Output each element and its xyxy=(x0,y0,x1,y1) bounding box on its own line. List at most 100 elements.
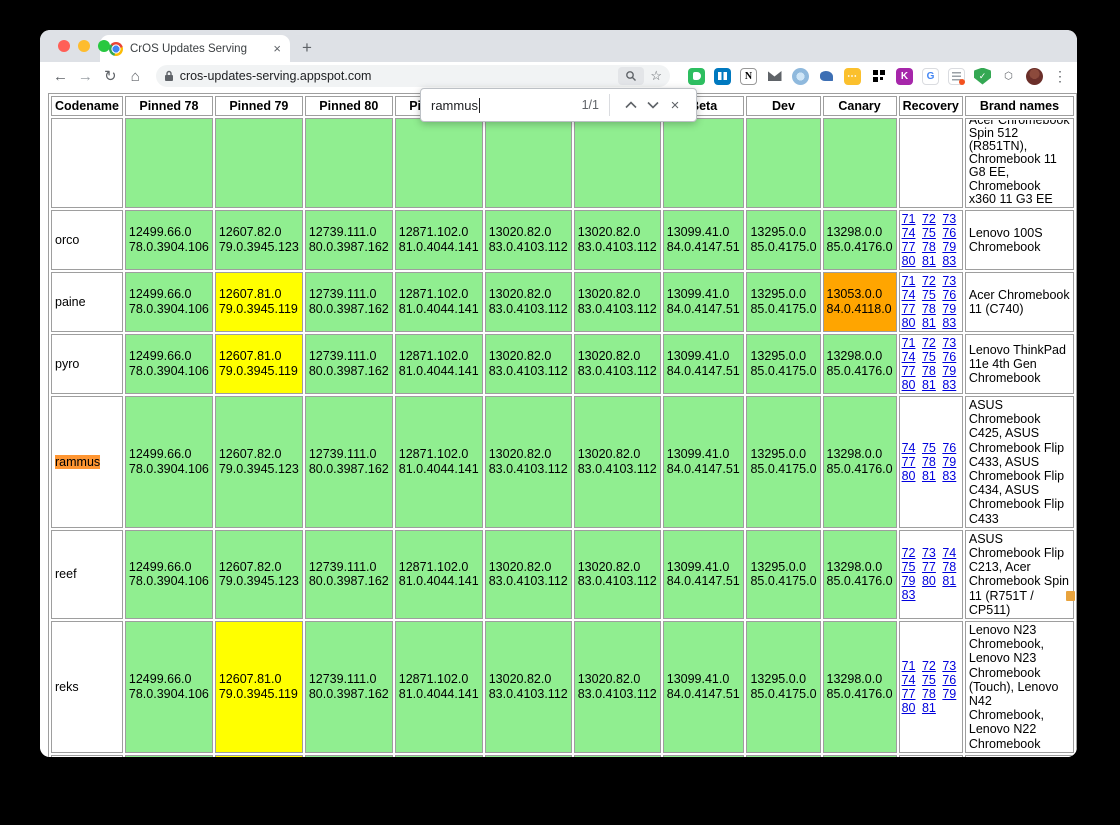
recovery-link[interactable]: 75 xyxy=(922,441,936,455)
recovery-link[interactable]: 75 xyxy=(922,350,936,364)
recovery-link[interactable]: 77 xyxy=(902,455,916,469)
recovery-link[interactable]: 79 xyxy=(902,574,916,588)
notes-extension-icon[interactable] xyxy=(948,68,965,85)
recovery-link[interactable]: 74 xyxy=(902,350,916,364)
close-window-button[interactable] xyxy=(58,40,70,52)
recovery-link[interactable]: 72 xyxy=(922,336,936,350)
find-query-input[interactable]: rammus xyxy=(431,98,480,113)
recovery-link[interactable]: 76 xyxy=(942,288,956,302)
notion-extension-icon[interactable]: N xyxy=(740,68,757,85)
reload-icon[interactable]: ↻ xyxy=(100,67,121,85)
recovery-link[interactable]: 74 xyxy=(902,226,916,240)
recovery-link[interactable]: 80 xyxy=(902,701,916,715)
forward-icon[interactable]: → xyxy=(75,68,96,85)
yellow-menu-extension-icon[interactable]: ⋯ xyxy=(844,68,861,85)
puzzle-extension-icon[interactable]: ⬡ xyxy=(1000,68,1017,85)
recovery-link[interactable]: 78 xyxy=(922,240,936,254)
tab-close-icon[interactable]: × xyxy=(273,42,281,55)
address-bar[interactable]: cros-updates-serving.appspot.com ☆ xyxy=(156,65,670,87)
minimize-window-button[interactable] xyxy=(78,40,90,52)
recovery-link[interactable]: 73 xyxy=(922,546,936,560)
zoom-window-button[interactable] xyxy=(98,40,110,52)
recovery-link[interactable]: 77 xyxy=(902,302,916,316)
recovery-link[interactable]: 78 xyxy=(922,302,936,316)
recovery-link[interactable]: 76 xyxy=(942,350,956,364)
recovery-link[interactable]: 80 xyxy=(902,254,916,268)
recovery-link[interactable]: 73 xyxy=(942,274,956,288)
recovery-link[interactable]: 83 xyxy=(942,378,956,392)
recovery-link[interactable]: 79 xyxy=(942,302,956,316)
recovery-link[interactable]: 81 xyxy=(922,469,936,483)
recovery-link[interactable]: 74 xyxy=(902,673,916,687)
home-icon[interactable]: ⌂ xyxy=(125,68,146,85)
recovery-link[interactable]: 79 xyxy=(942,687,956,701)
recovery-link[interactable]: 71 xyxy=(902,659,916,673)
recovery-link[interactable]: 71 xyxy=(902,336,916,350)
gmail-extension-icon[interactable] xyxy=(766,68,783,85)
recovery-link[interactable]: 75 xyxy=(922,288,936,302)
recovery-link[interactable]: 81 xyxy=(922,254,936,268)
recovery-link[interactable]: 76 xyxy=(942,226,956,240)
recovery-link[interactable]: 72 xyxy=(902,546,916,560)
recovery-link[interactable]: 71 xyxy=(902,274,916,288)
blue-circle-extension-icon[interactable] xyxy=(792,68,809,85)
recovery-link[interactable]: 72 xyxy=(922,274,936,288)
recovery-link[interactable]: 79 xyxy=(942,240,956,254)
recovery-link[interactable]: 72 xyxy=(922,212,936,226)
recovery-link[interactable]: 81 xyxy=(922,316,936,330)
recovery-link[interactable]: 73 xyxy=(942,212,956,226)
find-previous-button[interactable] xyxy=(620,94,642,116)
new-tab-button[interactable]: + xyxy=(302,38,312,62)
find-close-button[interactable]: × xyxy=(664,94,686,116)
find-bar[interactable]: rammus 1/1 × xyxy=(420,88,697,122)
dolphin-extension-icon[interactable] xyxy=(818,68,835,85)
recovery-link[interactable]: 77 xyxy=(902,364,916,378)
recovery-link[interactable]: 81 xyxy=(922,701,936,715)
recovery-link[interactable]: 76 xyxy=(942,441,956,455)
recovery-link[interactable]: 78 xyxy=(942,560,956,574)
trello-extension-icon[interactable] xyxy=(714,68,731,85)
avatar-extension-icon[interactable] xyxy=(1026,68,1043,85)
recovery-link[interactable]: 78 xyxy=(922,455,936,469)
recovery-link[interactable]: 73 xyxy=(942,336,956,350)
browser-menu-icon[interactable]: ⋮ xyxy=(1053,68,1067,85)
back-icon[interactable]: ← xyxy=(50,68,71,85)
recovery-link[interactable]: 77 xyxy=(902,687,916,701)
recovery-link[interactable]: 75 xyxy=(922,673,936,687)
translate-extension-icon[interactable]: G xyxy=(922,68,939,85)
recovery-link[interactable]: 83 xyxy=(942,316,956,330)
recovery-link[interactable]: 81 xyxy=(922,378,936,392)
recovery-link[interactable]: 73 xyxy=(942,659,956,673)
recovery-link[interactable]: 81 xyxy=(942,574,956,588)
bookmark-star-icon[interactable]: ☆ xyxy=(650,68,662,84)
recovery-link[interactable]: 75 xyxy=(922,226,936,240)
recovery-link[interactable]: 76 xyxy=(942,673,956,687)
recovery-link[interactable]: 78 xyxy=(922,687,936,701)
evernote-extension-icon[interactable] xyxy=(688,68,705,85)
recovery-link[interactable]: 83 xyxy=(942,469,956,483)
recovery-link[interactable]: 74 xyxy=(902,441,916,455)
recovery-link[interactable]: 72 xyxy=(922,659,936,673)
recovery-link[interactable]: 80 xyxy=(902,316,916,330)
shield-extension-icon[interactable]: ✓ xyxy=(974,68,991,85)
purple-app-extension-icon[interactable]: K xyxy=(896,68,913,85)
browser-tab[interactable]: CrOS Updates Serving × xyxy=(100,35,290,62)
recovery-link[interactable]: 79 xyxy=(942,455,956,469)
recovery-link[interactable]: 74 xyxy=(942,546,956,560)
recovery-link[interactable]: 80 xyxy=(922,574,936,588)
recovery-link[interactable]: 77 xyxy=(902,240,916,254)
qr-code-extension-icon[interactable] xyxy=(870,68,887,85)
recovery-link[interactable]: 74 xyxy=(902,288,916,302)
find-next-button[interactable] xyxy=(642,94,664,116)
recovery-link[interactable]: 80 xyxy=(902,378,916,392)
recovery-link[interactable]: 83 xyxy=(942,254,956,268)
recovery-link[interactable]: 79 xyxy=(942,364,956,378)
recovery-link[interactable]: 75 xyxy=(902,560,916,574)
recovery-link[interactable]: 77 xyxy=(922,560,936,574)
recovery-link[interactable]: 83 xyxy=(902,588,916,602)
version-cell: 12499.66.078.0.3904.106 xyxy=(125,621,213,753)
recovery-link[interactable]: 80 xyxy=(902,469,916,483)
find-in-page-indicator-icon[interactable] xyxy=(618,67,644,85)
recovery-link[interactable]: 78 xyxy=(922,364,936,378)
recovery-link[interactable]: 71 xyxy=(902,212,916,226)
